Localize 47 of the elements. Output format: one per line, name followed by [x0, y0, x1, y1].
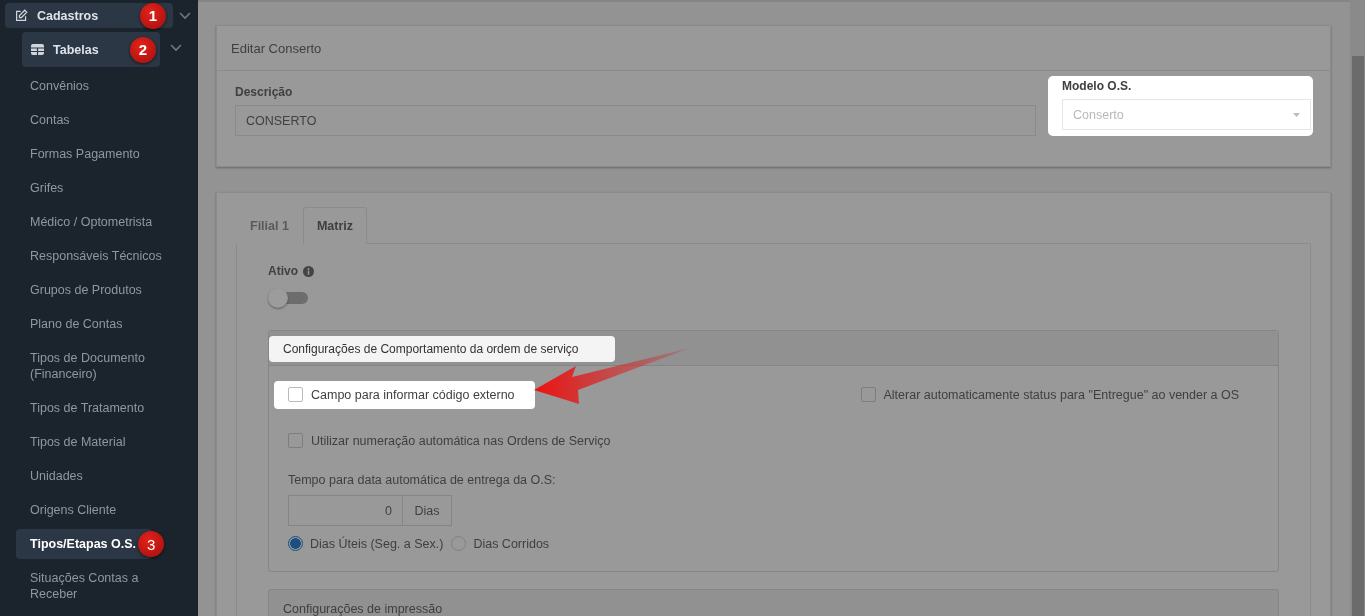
radio-button[interactable]	[288, 536, 303, 551]
sidebar-item[interactable]: Tipos de Material	[0, 425, 180, 459]
scrollbar[interactable]	[1350, 0, 1365, 616]
field-label: Modelo O.S.	[1062, 79, 1133, 93]
checkbox[interactable]	[288, 387, 303, 402]
sidebar-item[interactable]: Médico / Optometrista	[0, 205, 180, 239]
step-badge: 3	[138, 531, 165, 557]
unit-label: Dias	[402, 496, 451, 525]
sidebar-item[interactable]: Unidades	[0, 459, 180, 493]
chevron-down-icon[interactable]	[170, 43, 182, 52]
sidebar-item[interactable]: Responsáveis Técnicos	[0, 239, 180, 273]
field-label: Descrição	[235, 85, 294, 99]
sidebar-item[interactable]: Formas Pagamento	[0, 137, 180, 171]
sidebar-item[interactable]: Contas	[0, 103, 180, 137]
days-input[interactable]: 0 Dias	[288, 495, 452, 526]
checkbox-option[interactable]: Utilizar numeração automática nas Ordens de Serviço	[274, 427, 1259, 455]
checkbox[interactable]	[288, 433, 303, 448]
sidebar-item[interactable]: Plano de Contas	[0, 307, 180, 341]
panel-title: Editar Conserto	[231, 40, 322, 56]
field-label: Ativo	[268, 264, 298, 278]
sidebar-group[interactable]: Cadastros 1	[5, 3, 173, 28]
step-badge: 1	[140, 2, 166, 29]
description-field[interactable]: CONSERTO	[235, 105, 1036, 136]
section-title: Configurações de impressão	[283, 602, 443, 616]
tab[interactable]: Matriz	[302, 207, 368, 244]
sidebar-item[interactable]: Tipos de Tratamento	[0, 391, 180, 425]
sidebar-item[interactable]: Origens Cliente	[0, 493, 180, 527]
info-icon	[303, 265, 314, 277]
sidebar-group[interactable]: Tabelas 2	[22, 32, 160, 67]
chevron-down-icon[interactable]	[179, 11, 191, 20]
sidebar-item[interactable]: Situações Contas a Receber	[0, 561, 180, 611]
edit-icon	[15, 9, 28, 22]
checkbox[interactable]	[860, 387, 876, 402]
checkbox-option[interactable]: Campo para informar código externo	[274, 381, 535, 409]
radio-option[interactable]: Dias Corridos	[451, 536, 550, 551]
checkbox-option[interactable]: Alterar automaticamente status para "Entregue" ao vender a OS	[846, 381, 1240, 409]
sidebar-item[interactable]: Grupos de Produtos	[0, 273, 180, 307]
caret-icon	[1293, 112, 1300, 117]
toggle-switch[interactable]	[268, 288, 308, 308]
radio-option[interactable]: Dias Úteis (Seg. a Sex.)	[288, 536, 444, 551]
sidebar-item[interactable]: Convênios	[0, 69, 180, 103]
sidebar-item[interactable]: Tipos de Documento (Financeiro)	[0, 341, 180, 391]
table-icon	[31, 44, 44, 55]
sidebar-item[interactable]: Grifes	[0, 171, 180, 205]
field-label: Tempo para data automática de entrega da O.S:	[288, 473, 557, 487]
section-title: Configurações de Comportamento da ordem de serviço	[269, 336, 615, 362]
step-badge: 2	[130, 36, 156, 63]
